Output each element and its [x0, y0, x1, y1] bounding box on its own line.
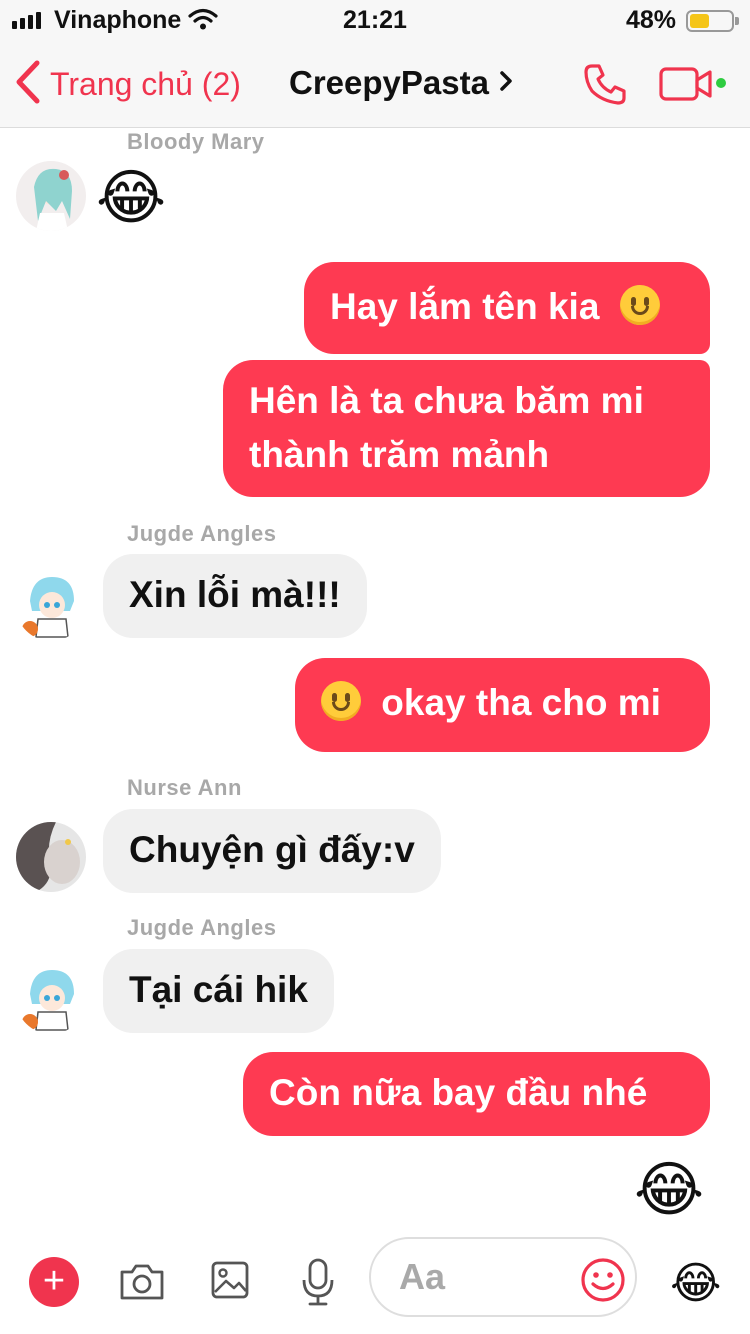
plus-button[interactable]: +	[29, 1257, 79, 1307]
phone-icon	[582, 64, 630, 112]
quick-reaction-button[interactable]: 😂	[670, 1260, 721, 1308]
message-text: Hay lắm tên kia	[330, 286, 600, 327]
chevron-left-icon	[14, 60, 42, 109]
smiley-icon	[580, 1258, 626, 1307]
message-text-line: thành trăm mảnh	[249, 434, 550, 475]
outgoing-message[interactable]: okay tha cho mi	[295, 658, 710, 752]
photo-gallery-button[interactable]	[210, 1260, 250, 1305]
online-status-dot	[716, 78, 726, 88]
slightly-smiling-face-icon	[619, 285, 660, 325]
incoming-message[interactable]: Tại cái hik	[103, 949, 334, 1033]
slightly-smiling-face-icon	[321, 681, 361, 721]
microphone-icon	[300, 1258, 336, 1310]
message-text-line: Hên là ta chưa băm mi	[249, 380, 644, 421]
message-list[interactable]: Bloody Mary 😂 Hay lắm tên kia Hên là ta …	[0, 129, 750, 1223]
avatar[interactable]	[16, 822, 86, 892]
conversation-name: CreepyPasta	[289, 64, 489, 101]
plus-icon: +	[42, 1260, 66, 1302]
image-icon	[210, 1261, 250, 1304]
camera-button[interactable]	[118, 1262, 166, 1307]
battery-icon	[686, 10, 739, 32]
status-bar: Vinaphone 21:21 48%	[0, 0, 750, 40]
sender-name: Bloody Mary	[127, 129, 265, 154]
back-label: Trang chủ (2)	[50, 66, 241, 102]
outgoing-message[interactable]: Hên là ta chưa băm mi thành trăm mảnh	[223, 360, 710, 497]
sender-name: Jugde Angles	[127, 521, 277, 546]
back-button[interactable]: Trang chủ (2)	[14, 60, 241, 109]
outgoing-message[interactable]: Còn nữa bay đầu nhé	[243, 1052, 710, 1136]
sender-name: Jugde Angles	[127, 915, 277, 940]
voice-record-button[interactable]	[300, 1258, 336, 1311]
video-call-button[interactable]	[658, 66, 714, 107]
conversation-title[interactable]: CreepyPasta	[289, 64, 513, 102]
laughing-emoji-message[interactable]: 😂	[634, 1157, 704, 1223]
chevron-right-icon	[499, 70, 513, 97]
outgoing-message[interactable]: Hay lắm tên kia	[304, 262, 710, 354]
battery-percent: 48%	[626, 6, 677, 34]
incoming-message[interactable]: Xin lỗi mà!!!	[103, 554, 367, 638]
laughing-emoji-message[interactable]: 😂	[96, 165, 166, 231]
voice-call-button[interactable]	[582, 60, 630, 113]
emoji-button[interactable]	[580, 1257, 626, 1308]
composer-bar: + Aa 😂	[0, 1220, 750, 1334]
avatar[interactable]	[16, 571, 86, 641]
avatar[interactable]	[16, 161, 86, 231]
conversation-header: Trang chủ (2) CreepyPasta	[0, 40, 750, 128]
avatar[interactable]	[16, 964, 86, 1034]
camera-icon	[118, 1264, 166, 1306]
incoming-message[interactable]: Chuyện gì đấy:v	[103, 809, 441, 893]
video-camera-icon	[658, 67, 714, 106]
message-text: okay tha cho mi	[381, 682, 661, 723]
sender-name: Nurse Ann	[127, 775, 242, 800]
